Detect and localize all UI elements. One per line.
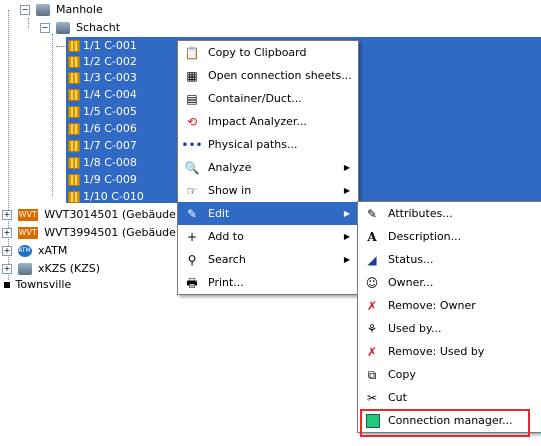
- tree-node-cable[interactable]: 1/8 C-008: [68, 154, 137, 172]
- menu-item-copy-to-clipboard[interactable]: 📋 Copy to Clipboard: [178, 41, 358, 64]
- menu-item-container-duct[interactable]: ▤ Container/Duct...: [178, 87, 358, 110]
- container-icon: ▤: [186, 91, 198, 106]
- edit-submenu: ✎ Attributes... A Description... ◢ Statu…: [357, 201, 541, 433]
- manhole-icon: [55, 22, 70, 34]
- cut-icon: ✂: [366, 390, 378, 405]
- cable-icon: [68, 140, 80, 152]
- submenu-arrow-icon: ▶: [343, 209, 350, 218]
- context-menu: 📋 Copy to Clipboard ▦ Open connection sh…: [177, 40, 359, 295]
- tree-line: [52, 34, 53, 196]
- tree-node-cable[interactable]: 1/5 C-005: [68, 103, 137, 121]
- tree-node-schacht[interactable]: − Schacht: [40, 19, 120, 37]
- expand-toggle[interactable]: +: [2, 246, 12, 256]
- cable-icon: [68, 40, 80, 52]
- expand-toggle[interactable]: +: [2, 210, 12, 220]
- submenu-item-status[interactable]: ◢ Status...: [358, 248, 541, 271]
- submenu-item-attributes[interactable]: ✎ Attributes...: [358, 202, 541, 225]
- submenu-arrow-icon: ▶: [343, 163, 350, 172]
- submenu-item-used-by[interactable]: ⚘ Used by...: [358, 317, 541, 340]
- tree-node-cable[interactable]: 1/3 C-003: [68, 69, 137, 87]
- table-icon: ▦: [186, 68, 198, 83]
- cable-icon: [68, 72, 80, 84]
- expand-toggle[interactable]: +: [2, 264, 12, 274]
- wvt-icon: WVT: [17, 227, 38, 239]
- tree-node-townsville[interactable]: Townsville: [4, 276, 71, 294]
- remove-used-by-icon: ✗: [366, 344, 378, 359]
- used-by-icon: ⚘: [366, 321, 378, 336]
- magnifier-icon: 🔍: [184, 160, 200, 175]
- submenu-item-cut[interactable]: ✂ Cut: [358, 386, 541, 409]
- cable-icon: [68, 174, 80, 186]
- tree-node-cable[interactable]: 1/4 C-004: [68, 86, 137, 104]
- cable-icon: [68, 56, 80, 68]
- copy-icon: ⧉: [367, 367, 377, 382]
- tree-node-cable[interactable]: 1/7 C-007: [68, 137, 137, 155]
- cable-icon: [68, 89, 80, 101]
- cable-icon: [68, 157, 80, 169]
- wvt-icon: WVT: [17, 209, 38, 221]
- submenu-item-remove-used-by[interactable]: ✗ Remove: Used by: [358, 340, 541, 363]
- tree-node-cable[interactable]: 1/6 C-006: [68, 120, 137, 138]
- cable-icon: [68, 123, 80, 135]
- menu-item-add-to[interactable]: + Add to ▶: [178, 225, 358, 248]
- menu-item-search[interactable]: ⚲ Search ▶: [178, 248, 358, 271]
- remove-owner-icon: ✗: [366, 298, 378, 313]
- node-label: Manhole: [56, 3, 103, 16]
- atm-icon: ATM: [17, 245, 32, 257]
- submenu-arrow-icon: ▶: [343, 255, 350, 264]
- attributes-icon: ✎: [366, 206, 378, 221]
- menu-item-print[interactable]: 🖶 Print...: [178, 271, 358, 294]
- menu-item-show-in[interactable]: ☞ Show in ▶: [178, 179, 358, 202]
- tree-node-cable[interactable]: 1/10 C-010: [68, 188, 144, 206]
- collapse-toggle[interactable]: −: [20, 5, 30, 15]
- description-icon: A: [367, 229, 377, 244]
- submenu-item-remove-owner[interactable]: ✗ Remove: Owner: [358, 294, 541, 317]
- highlight-annotation-box: [360, 409, 530, 437]
- submenu-item-copy[interactable]: ⧉ Copy: [358, 363, 541, 386]
- expand-toggle[interactable]: +: [2, 228, 12, 238]
- tree-node-cable[interactable]: 1/9 C-009: [68, 171, 137, 189]
- tree-node-atm[interactable]: + ATM xATM: [2, 242, 67, 260]
- clipboard-icon: 📋: [184, 45, 200, 60]
- cable-icon: [68, 191, 80, 203]
- menu-item-physical-paths[interactable]: ••• Physical paths...: [178, 133, 358, 156]
- cable-icon: [68, 106, 80, 118]
- status-icon: ◢: [367, 252, 377, 267]
- menu-item-analyze[interactable]: 🔍 Analyze ▶: [178, 156, 358, 179]
- hand-pointer-icon: ☞: [186, 183, 198, 198]
- town-icon: [4, 282, 10, 288]
- path-icon: •••: [181, 137, 203, 152]
- submenu-item-description[interactable]: A Description...: [358, 225, 541, 248]
- submenu-arrow-icon: ▶: [343, 232, 350, 241]
- tree-node-manhole[interactable]: − Manhole: [20, 1, 103, 19]
- edit-icon: ✎: [186, 206, 198, 221]
- menu-item-open-connection-sheets[interactable]: ▦ Open connection sheets...: [178, 64, 358, 87]
- submenu-item-owner[interactable]: ☺ Owner...: [358, 271, 541, 294]
- owner-icon: ☺: [365, 275, 379, 290]
- add-icon: +: [186, 229, 198, 244]
- menu-item-edit[interactable]: ✎ Edit ▶: [178, 202, 358, 225]
- impact-icon: ⟲: [186, 114, 198, 129]
- menu-item-impact-analyzer[interactable]: ⟲ Impact Analyzer...: [178, 110, 358, 133]
- collapse-toggle[interactable]: −: [40, 23, 50, 33]
- manhole-icon: [17, 263, 32, 275]
- printer-icon: 🖶: [186, 275, 198, 290]
- node-label: Schacht: [76, 21, 121, 34]
- app-canvas: − Manhole − Schacht 1/1 C-001 1/2 C-002 …: [0, 0, 541, 446]
- submenu-arrow-icon: ▶: [343, 186, 350, 195]
- binoculars-icon: ⚲: [187, 252, 197, 267]
- tree-line: [28, 18, 29, 28]
- manhole-icon: [35, 4, 50, 16]
